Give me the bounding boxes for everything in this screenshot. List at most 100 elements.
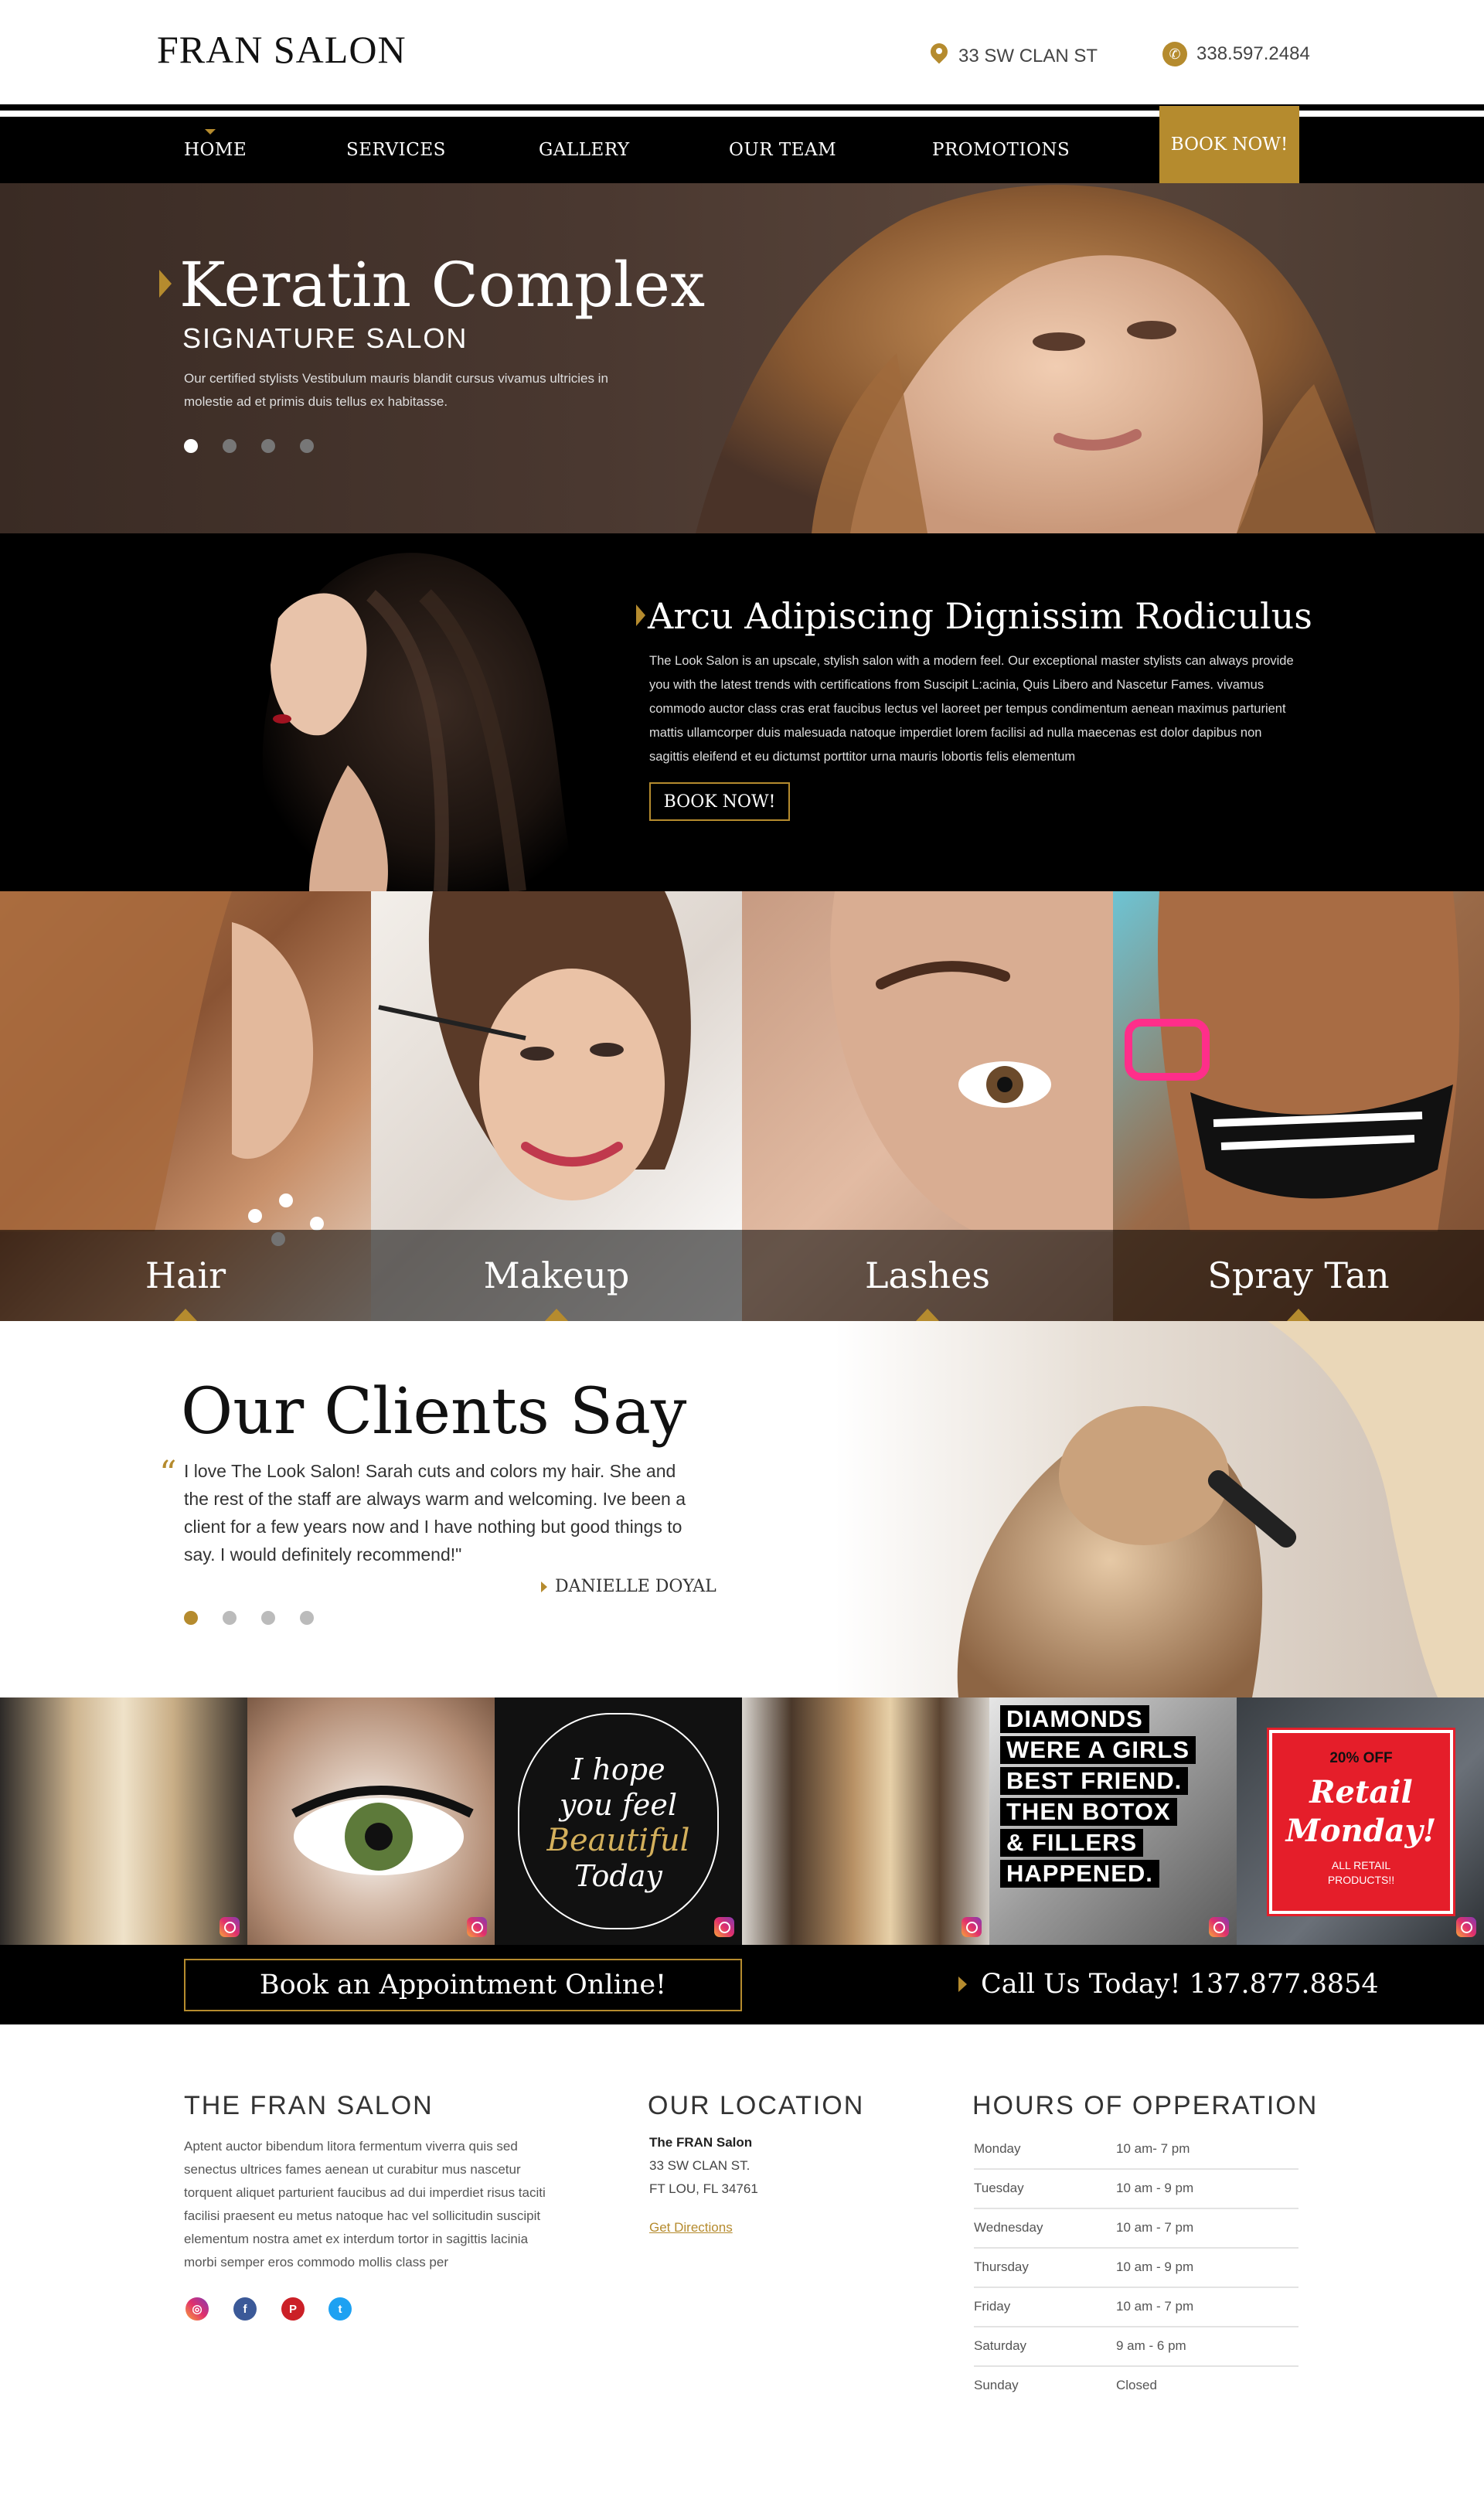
- hours-row: Friday 10 am - 7 pm: [974, 2288, 1298, 2327]
- phone-text[interactable]: 338.597.2484: [1196, 43, 1310, 65]
- hours-row: Thursday 10 am - 9 pm: [974, 2249, 1298, 2288]
- testimonial-dot-4[interactable]: [300, 1611, 314, 1625]
- site-logo[interactable]: FRAN SALON: [157, 27, 407, 72]
- nav-services[interactable]: SERVICES: [346, 140, 446, 160]
- instagram-post-5[interactable]: DIAMONDS WERE A GIRLS BEST FRIEND. THEN …: [989, 1697, 1237, 1945]
- instagram-post-6[interactable]: 20% OFF Retail Monday! ALL RETAIL PRODUC…: [1237, 1697, 1484, 1945]
- retail-monday-promo: 20% OFF Retail Monday! ALL RETAIL PRODUC…: [1269, 1730, 1453, 1914]
- service-label-band: Lashes: [742, 1230, 1113, 1321]
- testimonial-author: DANIELLE DOYAL: [541, 1577, 716, 1596]
- twitter-social-icon[interactable]: t: [328, 2297, 352, 2321]
- nav-promotions[interactable]: PROMOTIONS: [932, 140, 1070, 160]
- address-text: 33 SW CLAN ST: [958, 46, 1098, 66]
- hours-time: 10 am - 9 pm: [1116, 2181, 1194, 2195]
- hero-slider-dots: [184, 439, 314, 453]
- hero-subtitle: SIGNATURE SALON: [182, 322, 468, 354]
- service-label-band: Hair: [0, 1230, 371, 1321]
- instagram-post-3[interactable]: I hope you feel Beautiful Today: [495, 1697, 742, 1945]
- nav-gallery[interactable]: GALLERY: [539, 140, 630, 160]
- service-tile-lashes[interactable]: Lashes: [742, 891, 1113, 1321]
- active-caret-icon: [205, 129, 216, 135]
- slider-dot-4[interactable]: [300, 439, 314, 453]
- hours-time: Closed: [1116, 2378, 1157, 2392]
- call-us-link[interactable]: Call Us Today! 137.877.8854: [958, 1969, 1379, 2000]
- instagram-social-icon[interactable]: ◎: [186, 2297, 209, 2321]
- phone-info[interactable]: ✆ 338.597.2484: [1162, 42, 1310, 66]
- hours-day: Monday: [974, 2141, 1021, 2156]
- instagram-post-2[interactable]: [247, 1697, 495, 1945]
- get-directions-link[interactable]: Get Directions: [649, 2220, 733, 2235]
- hours-time: 10 am- 7 pm: [1116, 2141, 1190, 2156]
- hours-time: 10 am - 7 pm: [1116, 2299, 1194, 2314]
- book-appointment-button[interactable]: Book an Appointment Online!: [184, 1959, 742, 2011]
- instagram-icon: [467, 1917, 487, 1937]
- author-arrow-icon: [541, 1581, 547, 1592]
- diamonds-text: DIAMONDS WERE A GIRLS BEST FRIEND. THEN …: [1000, 1705, 1196, 1888]
- service-label-hair: Hair: [145, 1255, 226, 1296]
- testimonial-dot-2[interactable]: [223, 1611, 237, 1625]
- hours-day: Tuesday: [974, 2181, 1024, 2195]
- instagram-icon: [714, 1917, 734, 1937]
- stylist-image: [835, 1321, 1484, 1697]
- facebook-social-icon[interactable]: f: [233, 2297, 257, 2321]
- service-label-band: Spray Tan: [1113, 1230, 1484, 1321]
- service-tab-marker: [545, 1309, 568, 1321]
- top-header: FRAN SALON 33 SW CLAN ST ✆ 338.597.2484: [0, 0, 1484, 104]
- hours-row: Saturday 9 am - 6 pm: [974, 2327, 1298, 2367]
- slider-dot-2[interactable]: [223, 439, 237, 453]
- diamonds-line-4: THEN BOTOX: [1000, 1798, 1177, 1826]
- hours-day: Sunday: [974, 2378, 1019, 2392]
- testimonial-dot-1[interactable]: [184, 1611, 198, 1625]
- service-tile-hair[interactable]: Hair: [0, 891, 371, 1321]
- footer-hours-title: HOURS OF OPPERATION: [972, 2091, 1319, 2120]
- quote-line-4: Today: [574, 1859, 662, 1893]
- hours-row: Sunday Closed: [974, 2367, 1298, 2406]
- quote-line-3: Beautiful: [546, 1823, 690, 1858]
- service-label-lashes: Lashes: [864, 1255, 991, 1296]
- diamonds-line-5: & FILLERS: [1000, 1829, 1144, 1857]
- hero-description: Our certified stylists Vestibulum mauris…: [184, 371, 608, 409]
- hero-slider: Keratin Complex SIGNATURE SALON Our cert…: [0, 183, 1484, 533]
- about-arrow-icon: [636, 604, 645, 626]
- call-us-text[interactable]: Call Us Today! 137.877.8854: [981, 1969, 1379, 2000]
- testimonials-title: Our Clients Say: [181, 1375, 687, 1449]
- instagram-icon: [220, 1917, 240, 1937]
- service-tab-marker: [1287, 1309, 1310, 1321]
- slider-dot-3[interactable]: [261, 439, 275, 453]
- testimonial-quote: I love The Look Salon! Sarah cuts and co…: [184, 1461, 686, 1565]
- location-name: The FRAN Salon: [649, 2135, 753, 2150]
- quote-icon: “: [159, 1454, 177, 1493]
- testimonial-dots: [184, 1611, 314, 1625]
- promo-top-text: 20% OFF: [1329, 1750, 1393, 1766]
- hours-day: Saturday: [974, 2338, 1027, 2353]
- testimonial-dot-3[interactable]: [261, 1611, 275, 1625]
- about-book-now-button[interactable]: BOOK NOW!: [649, 782, 790, 821]
- phone-icon: ✆: [1162, 42, 1187, 66]
- location-city: FT LOU, FL 34761: [649, 2181, 758, 2196]
- eye-lashes-image: [291, 1786, 474, 1875]
- nav-home[interactable]: HOME: [184, 140, 247, 160]
- instagram-icon: [1456, 1917, 1476, 1937]
- hours-row: Tuesday 10 am - 9 pm: [974, 2170, 1298, 2209]
- service-tab-marker: [174, 1309, 197, 1321]
- service-tile-makeup[interactable]: Makeup: [371, 891, 742, 1321]
- instagram-post-4[interactable]: [742, 1697, 989, 1945]
- promo-main-text: Retail Monday!: [1285, 1774, 1437, 1849]
- footer-location-title: OUR LOCATION: [648, 2091, 865, 2120]
- about-section: Arcu Adipiscing Dignissim Rodiculus The …: [0, 533, 1484, 891]
- diamonds-line-1: DIAMONDS: [1000, 1705, 1149, 1733]
- instagram-post-1[interactable]: [0, 1697, 247, 1945]
- pinterest-social-icon[interactable]: P: [281, 2297, 305, 2321]
- hero-model-image: [696, 185, 1376, 533]
- hours-day: Thursday: [974, 2259, 1029, 2274]
- hours-row: Monday 10 am- 7 pm: [974, 2130, 1298, 2170]
- book-now-nav-button[interactable]: BOOK NOW!: [1159, 106, 1299, 183]
- nav-our-team[interactable]: OUR TEAM: [729, 140, 836, 160]
- slider-dot-1[interactable]: [184, 439, 198, 453]
- service-label-makeup: Makeup: [483, 1255, 630, 1296]
- address-info: 33 SW CLAN ST: [929, 43, 1098, 70]
- service-tile-spray-tan[interactable]: Spray Tan: [1113, 891, 1484, 1321]
- location-pin-icon: [929, 43, 949, 70]
- about-model-image: [262, 553, 580, 891]
- author-name: DANIELLE DOYAL: [555, 1577, 716, 1596]
